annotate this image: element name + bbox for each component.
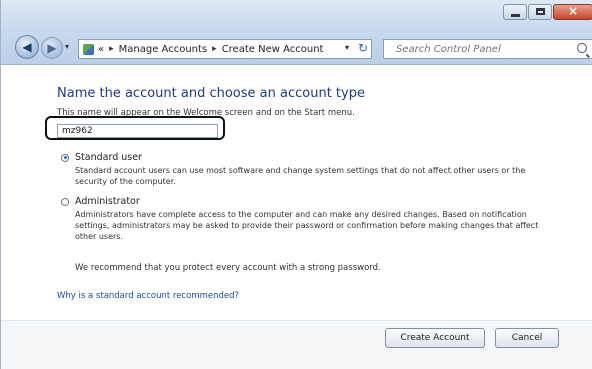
- breadcrumb-create-new-account[interactable]: Create New Account: [222, 44, 324, 55]
- main-content: Name the account and choose an account t…: [1, 66, 592, 369]
- breadcrumb-overflow[interactable]: «: [98, 44, 104, 55]
- address-dropdown-icon[interactable]: ▾: [345, 43, 349, 52]
- standard-account-help-link[interactable]: Why is a standard account recommended?: [57, 291, 239, 301]
- breadcrumb-separator-icon[interactable]: ▸: [212, 44, 217, 54]
- search-input[interactable]: [384, 40, 576, 58]
- forward-button[interactable]: ▶: [41, 37, 63, 59]
- cancel-button[interactable]: Cancel: [495, 328, 559, 348]
- search-box[interactable]: [383, 39, 592, 59]
- password-recommendation: We recommend that you protect every acco…: [75, 263, 381, 273]
- maximize-icon: [536, 8, 545, 15]
- create-account-window: × ◀ ▶ ▾ « ▸ Manage Accounts ▸ Create New…: [0, 0, 592, 369]
- close-button[interactable]: ×: [553, 4, 592, 20]
- administrator-description: Administrators have complete access to t…: [75, 210, 539, 241]
- standard-user-radio[interactable]: [61, 153, 69, 162]
- standard-user-label[interactable]: Standard user: [75, 152, 142, 163]
- standard-user-description: Standard account users can use most soft…: [75, 166, 526, 186]
- highlight-outline: [45, 116, 225, 140]
- administrator-option[interactable]: Administrator: [61, 196, 140, 207]
- address-bar[interactable]: « ▸ Manage Accounts ▸ Create New Account…: [78, 39, 372, 59]
- administrator-radio[interactable]: [61, 197, 69, 206]
- window-controls: ×: [502, 4, 592, 20]
- administrator-label[interactable]: Administrator: [75, 196, 140, 207]
- control-panel-icon: [83, 43, 94, 55]
- recent-pages-dropdown-icon[interactable]: ▾: [65, 42, 69, 51]
- minimize-button[interactable]: [503, 4, 527, 20]
- title-bar: × ◀ ▶ ▾ « ▸ Manage Accounts ▸ Create New…: [1, 0, 592, 65]
- breadcrumb-manage-accounts[interactable]: Manage Accounts: [119, 44, 208, 55]
- back-arrow-icon: ◀: [22, 40, 32, 54]
- search-icon[interactable]: [577, 43, 587, 53]
- close-icon: ×: [567, 4, 579, 18]
- back-button[interactable]: ◀: [15, 35, 39, 59]
- forward-arrow-icon: ▶: [47, 41, 57, 55]
- refresh-icon[interactable]: ↻: [358, 41, 368, 55]
- maximize-button[interactable]: [528, 4, 552, 20]
- page-title: Name the account and choose an account t…: [57, 86, 365, 101]
- standard-user-option[interactable]: Standard user: [61, 152, 142, 163]
- minimize-icon: [511, 14, 520, 17]
- create-account-button[interactable]: Create Account: [385, 328, 485, 348]
- breadcrumb-separator-icon[interactable]: ▸: [109, 44, 114, 54]
